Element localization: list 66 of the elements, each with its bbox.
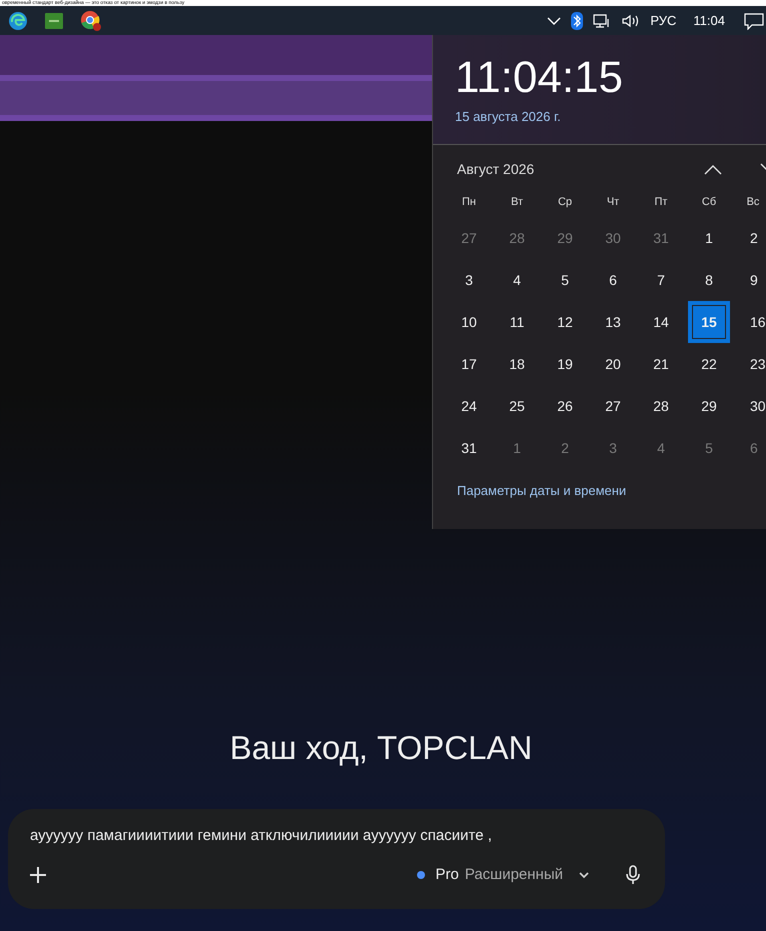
- month-title[interactable]: Август 2026: [457, 161, 534, 177]
- calendar-day[interactable]: 24: [458, 398, 480, 414]
- weekday-label: Ср: [556, 195, 574, 210]
- calendar-day[interactable]: 2: [558, 440, 572, 456]
- browser-app-icon[interactable]: [8, 10, 28, 30]
- calendar-day[interactable]: 27: [602, 398, 624, 414]
- calendar-day[interactable]: 3: [606, 440, 620, 456]
- calendar-day[interactable]: 9: [747, 272, 761, 288]
- calendar-day[interactable]: 6: [747, 440, 761, 456]
- model-selector[interactable]: Pro Расширенный: [411, 862, 597, 887]
- calendar-day[interactable]: 10: [458, 314, 480, 330]
- calendar-day[interactable]: 17: [458, 356, 480, 372]
- calendar-day[interactable]: 31: [458, 440, 480, 456]
- calendar-day[interactable]: 6: [606, 272, 620, 288]
- calendar-day[interactable]: 7: [654, 272, 668, 288]
- calendar-day[interactable]: 15: [693, 306, 725, 338]
- calendar-day[interactable]: 13: [602, 314, 624, 330]
- weekday-label: Чт: [606, 195, 620, 210]
- calendar-day[interactable]: 5: [558, 272, 572, 288]
- language-indicator[interactable]: РУС: [650, 13, 676, 28]
- notification-icon[interactable]: [744, 12, 764, 30]
- calendar-day[interactable]: 11: [506, 314, 528, 330]
- app-icon[interactable]: [44, 10, 64, 30]
- calendar-day[interactable]: 21: [650, 356, 672, 372]
- weekday-label: Сб: [700, 195, 718, 210]
- calendar-day[interactable]: 8: [702, 272, 716, 288]
- calendar-day[interactable]: 20: [602, 356, 624, 372]
- chrome-app-icon[interactable]: [80, 10, 102, 32]
- calendar-day[interactable]: 30: [747, 398, 766, 414]
- calendar-day[interactable]: 22: [698, 356, 720, 372]
- calendar-day[interactable]: 1: [702, 230, 716, 246]
- weekday-label: Пн: [461, 195, 477, 210]
- calendar-day[interactable]: 1: [510, 440, 524, 456]
- calendar-day[interactable]: 26: [554, 398, 576, 414]
- chevron-up-icon[interactable]: [703, 163, 723, 175]
- calendar-day[interactable]: 2: [747, 230, 761, 246]
- calendar-day[interactable]: 4: [510, 272, 524, 288]
- calendar-day[interactable]: 16: [747, 314, 766, 330]
- weekday-label: Вс: [746, 195, 760, 210]
- calendar-day[interactable]: 29: [554, 230, 576, 246]
- calendar-day[interactable]: 12: [554, 314, 576, 330]
- prompt-input[interactable]: ауууууу памагиииитиии гемини атключилиииии ауууууу спасиите ,: [30, 827, 641, 844]
- plus-icon[interactable]: [28, 864, 48, 884]
- weekday-label: Вт: [510, 195, 524, 210]
- calendar-day[interactable]: 4: [654, 440, 668, 456]
- calendar-day[interactable]: 28: [650, 398, 672, 414]
- date-time-settings-link[interactable]: Параметры даты и времени: [433, 483, 626, 498]
- calendar-day[interactable]: 23: [747, 356, 766, 372]
- calendar-day[interactable]: 29: [698, 398, 720, 414]
- calendar-day[interactable]: 25: [506, 398, 528, 414]
- taskbar-clock[interactable]: 11:04: [693, 13, 725, 28]
- greeting-heading: Ваш ход, TOPCLAN: [228, 729, 534, 767]
- calendar-day[interactable]: 27: [458, 230, 480, 246]
- calendar-day[interactable]: 18: [506, 356, 528, 372]
- bluetooth-icon[interactable]: [571, 12, 584, 30]
- calendar-day[interactable]: 19: [554, 356, 576, 372]
- microphone-icon[interactable]: [625, 864, 641, 884]
- date-link[interactable]: 15 августа 2026 г.: [455, 109, 561, 124]
- calendar-day[interactable]: 3: [462, 272, 476, 288]
- calendar-day[interactable]: 31: [650, 230, 672, 246]
- calendar-day[interactable]: 28: [506, 230, 528, 246]
- clock-time: 11:04:15: [455, 55, 624, 101]
- calendar-day[interactable]: 30: [602, 230, 624, 246]
- weekday-label: Пт: [654, 195, 668, 210]
- calendar-day[interactable]: 14: [650, 314, 672, 330]
- calendar-day[interactable]: 5: [702, 440, 716, 456]
